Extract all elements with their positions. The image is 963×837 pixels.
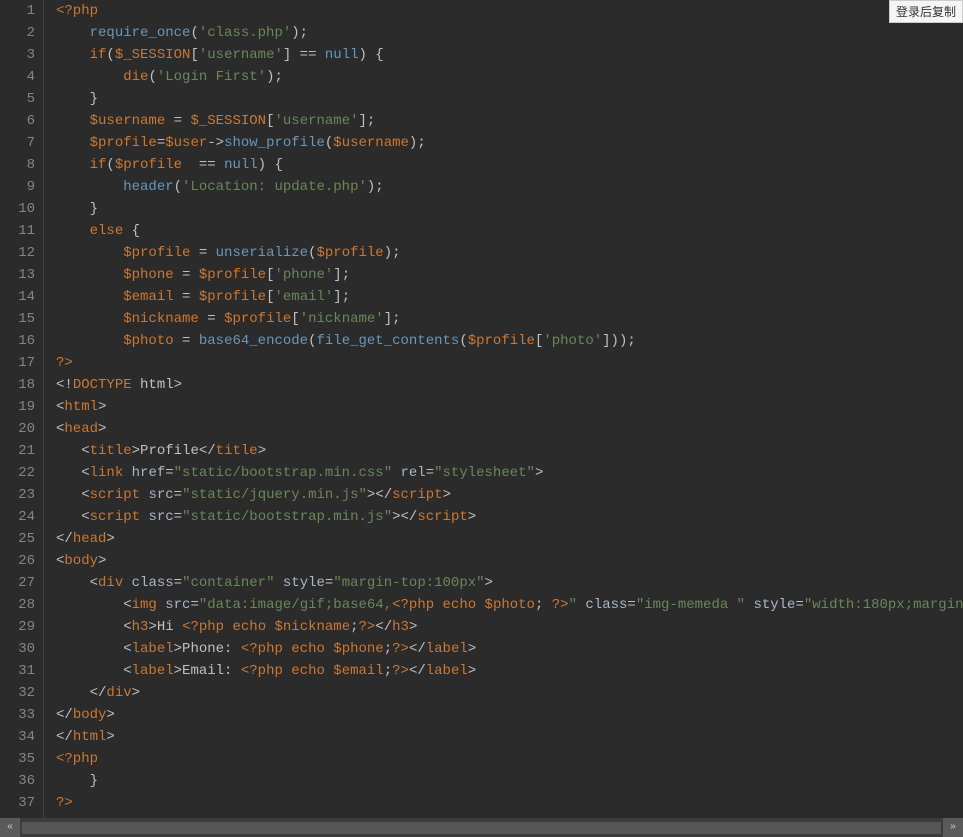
line-number: 18 [4, 374, 35, 396]
line-number: 23 [4, 484, 35, 506]
line-number: 21 [4, 440, 35, 462]
code-line[interactable]: if($profile == null) { [56, 154, 963, 176]
code-editor: 登录后复制 1234567891011121314151617181920212… [0, 0, 963, 818]
line-number: 14 [4, 286, 35, 308]
code-line[interactable]: </body> [56, 704, 963, 726]
line-number: 11 [4, 220, 35, 242]
line-number: 34 [4, 726, 35, 748]
code-line[interactable]: } [56, 88, 963, 110]
code-line[interactable]: } [56, 198, 963, 220]
line-number: 27 [4, 572, 35, 594]
code-line[interactable]: <h3>Hi <?php echo $nickname;?></h3> [56, 616, 963, 638]
code-line[interactable]: ?> [56, 352, 963, 374]
line-number: 33 [4, 704, 35, 726]
code-line[interactable]: die('Login First'); [56, 66, 963, 88]
code-line[interactable]: header('Location: update.php'); [56, 176, 963, 198]
code-line[interactable]: <head> [56, 418, 963, 440]
line-number: 9 [4, 176, 35, 198]
code-line[interactable]: $email = $profile['email']; [56, 286, 963, 308]
line-number: 7 [4, 132, 35, 154]
code-line[interactable]: $profile=$user->show_profile($username); [56, 132, 963, 154]
code-line[interactable]: $phone = $profile['phone']; [56, 264, 963, 286]
code-area[interactable]: <?php require_once('class.php'); if($_SE… [44, 0, 963, 818]
code-line[interactable]: <div class="container" style="margin-top… [56, 572, 963, 594]
line-number: 1 [4, 0, 35, 22]
horizontal-scrollbar[interactable]: « » [0, 818, 963, 837]
line-number: 30 [4, 638, 35, 660]
line-number: 5 [4, 88, 35, 110]
line-number: 25 [4, 528, 35, 550]
code-line[interactable]: else { [56, 220, 963, 242]
code-line[interactable]: </html> [56, 726, 963, 748]
line-number: 24 [4, 506, 35, 528]
line-number: 20 [4, 418, 35, 440]
line-number: 8 [4, 154, 35, 176]
line-number: 32 [4, 682, 35, 704]
line-number: 13 [4, 264, 35, 286]
line-number: 28 [4, 594, 35, 616]
code-line[interactable]: <?php [56, 748, 963, 770]
line-number: 36 [4, 770, 35, 792]
line-number-gutter: 1234567891011121314151617181920212223242… [0, 0, 44, 818]
line-number: 3 [4, 44, 35, 66]
code-line[interactable]: <label>Phone: <?php echo $phone;?></labe… [56, 638, 963, 660]
line-number: 37 [4, 792, 35, 814]
scroll-right-button[interactable]: » [943, 818, 963, 837]
code-line[interactable]: <title>Profile</title> [56, 440, 963, 462]
code-line[interactable]: <script src="static/bootstrap.min.js"></… [56, 506, 963, 528]
code-line[interactable]: ?> [56, 792, 963, 814]
line-number: 10 [4, 198, 35, 220]
code-line[interactable]: <label>Email: <?php echo $email;?></labe… [56, 660, 963, 682]
line-number: 26 [4, 550, 35, 572]
line-number: 19 [4, 396, 35, 418]
line-number: 4 [4, 66, 35, 88]
code-line[interactable]: <?php [56, 0, 963, 22]
line-number: 15 [4, 308, 35, 330]
scroll-track[interactable] [22, 822, 941, 834]
code-line[interactable]: <script src="static/jquery.min.js"></scr… [56, 484, 963, 506]
code-line[interactable]: require_once('class.php'); [56, 22, 963, 44]
line-number: 22 [4, 462, 35, 484]
code-content[interactable]: <?php require_once('class.php'); if($_SE… [44, 0, 963, 814]
code-line[interactable]: $photo = base64_encode(file_get_contents… [56, 330, 963, 352]
copy-button[interactable]: 登录后复制 [889, 0, 963, 23]
code-line[interactable]: if($_SESSION['username'] == null) { [56, 44, 963, 66]
code-line[interactable]: </div> [56, 682, 963, 704]
line-number: 6 [4, 110, 35, 132]
code-line[interactable]: <!DOCTYPE html> [56, 374, 963, 396]
code-line[interactable]: <html> [56, 396, 963, 418]
code-line[interactable]: <link href="static/bootstrap.min.css" re… [56, 462, 963, 484]
line-number: 2 [4, 22, 35, 44]
code-line[interactable]: $username = $_SESSION['username']; [56, 110, 963, 132]
line-number: 17 [4, 352, 35, 374]
code-line[interactable]: </head> [56, 528, 963, 550]
line-number: 16 [4, 330, 35, 352]
code-line[interactable]: $nickname = $profile['nickname']; [56, 308, 963, 330]
line-number: 29 [4, 616, 35, 638]
line-number: 35 [4, 748, 35, 770]
scroll-left-button[interactable]: « [0, 818, 20, 837]
code-line[interactable]: } [56, 770, 963, 792]
code-line[interactable]: <body> [56, 550, 963, 572]
code-line[interactable]: <img src="data:image/gif;base64,<?php ec… [56, 594, 963, 616]
line-number: 31 [4, 660, 35, 682]
line-number: 12 [4, 242, 35, 264]
code-line[interactable]: $profile = unserialize($profile); [56, 242, 963, 264]
